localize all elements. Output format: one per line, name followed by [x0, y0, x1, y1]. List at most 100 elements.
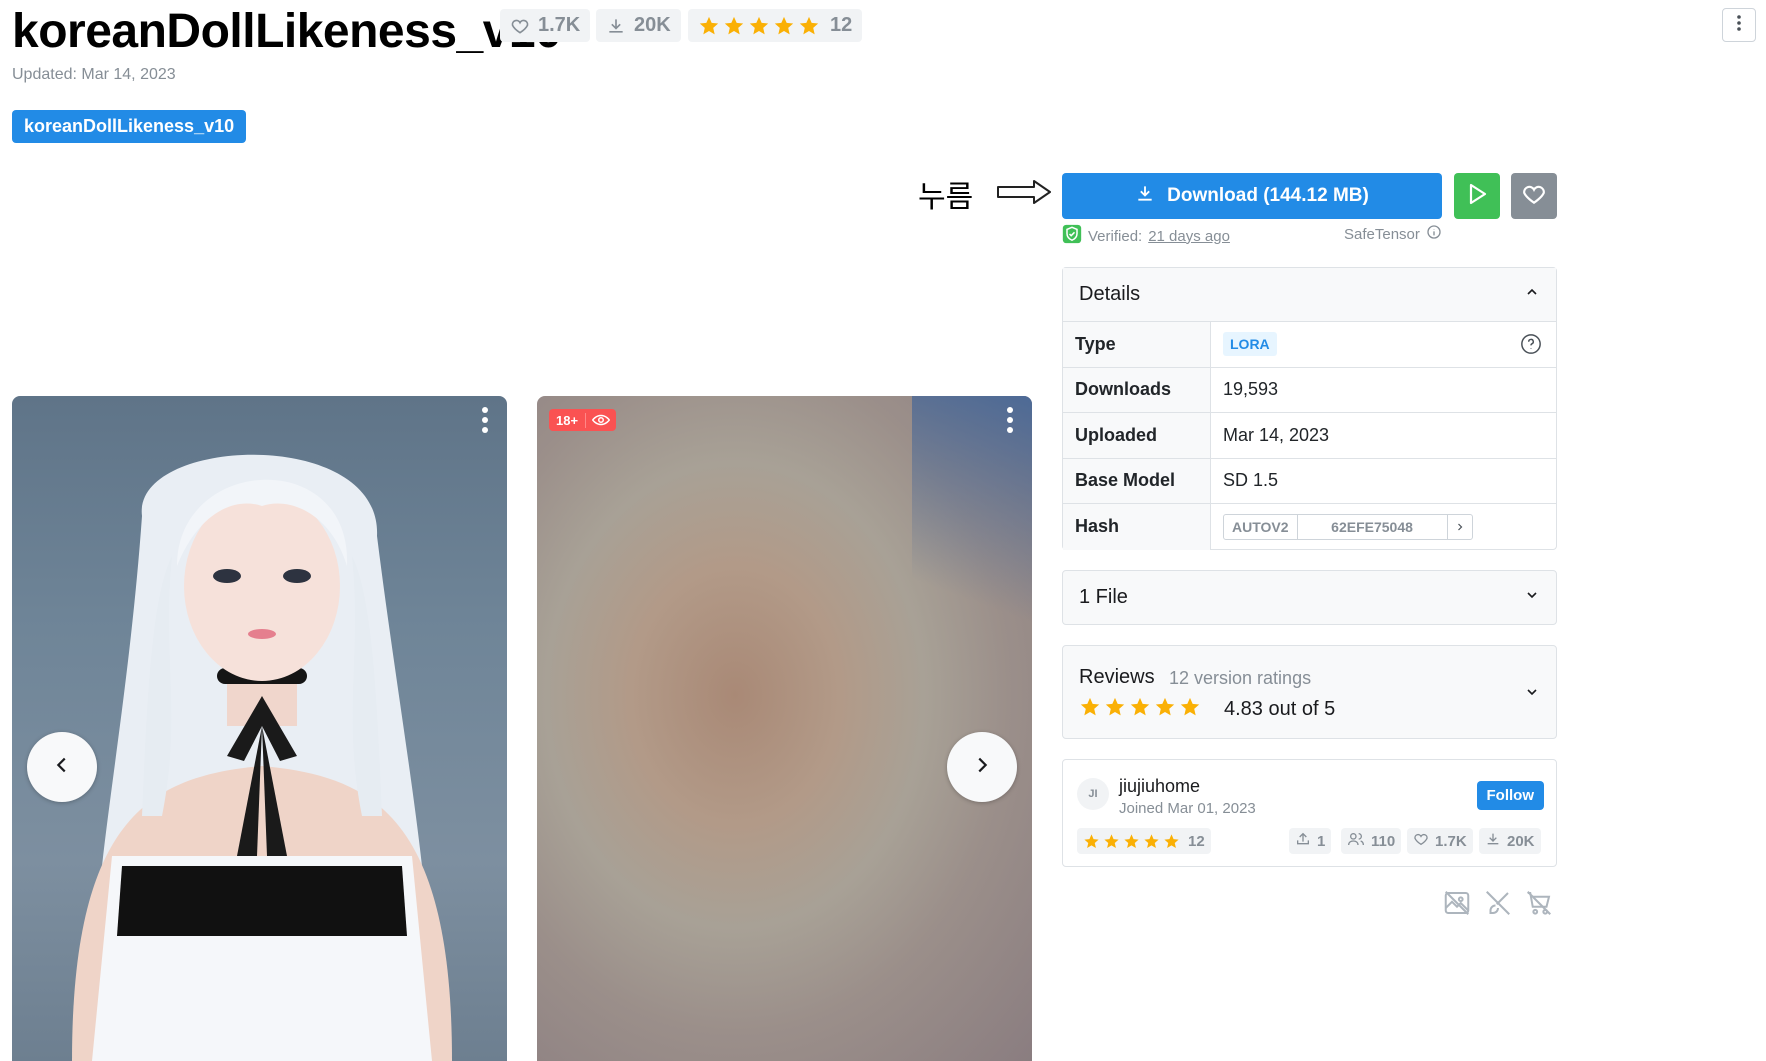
download-icon — [1135, 183, 1155, 209]
details-value: 19,593 — [1223, 379, 1279, 400]
star-icon — [1105, 697, 1125, 716]
chevron-right-icon — [971, 754, 993, 781]
details-label: Base Model — [1063, 458, 1211, 503]
star-icon — [1155, 697, 1175, 716]
gallery-image-2[interactable]: 18+ — [537, 396, 1032, 1061]
rating-stars — [698, 15, 820, 37]
chevron-left-icon — [51, 754, 73, 781]
hash-value[interactable]: 62EFE75048 — [1298, 514, 1448, 539]
carousel-prev-button[interactable] — [27, 732, 97, 802]
chevron-up-icon — [1524, 283, 1540, 306]
favorite-button[interactable] — [1511, 173, 1557, 219]
rating-count: 12 — [830, 14, 853, 36]
info-icon[interactable] — [1426, 224, 1442, 244]
creator-card: JI jiujiuhome Joined Mar 01, 2023 Follow… — [1062, 759, 1557, 867]
creator-downloads-count: 20K — [1507, 832, 1535, 850]
run-button[interactable] — [1454, 173, 1500, 219]
star-icon — [1080, 697, 1100, 716]
star-icon — [799, 16, 819, 34]
download-label: Download (144.12 MB) — [1167, 185, 1369, 206]
no-commercial-icon — [1524, 888, 1554, 918]
files-heading: 1 File — [1079, 586, 1128, 608]
star-icon — [1130, 697, 1150, 716]
star-icon — [699, 16, 719, 34]
star-icon — [1180, 697, 1200, 716]
star-icon — [1084, 833, 1099, 848]
creator-followers-badge: 110 — [1341, 828, 1402, 854]
details-heading: Details — [1079, 283, 1141, 305]
details-header[interactable]: Details — [1063, 268, 1556, 322]
creator-downloads-badge: 20K — [1479, 828, 1541, 854]
files-panel[interactable]: 1 File — [1062, 570, 1557, 625]
portrait-illustration — [72, 454, 452, 1061]
star-icon — [749, 16, 769, 34]
shield-check-icon — [1062, 224, 1082, 248]
reviews-heading: Reviews — [1079, 666, 1155, 688]
details-label: Hash — [1063, 504, 1211, 550]
rating-badge[interactable]: 12 — [688, 9, 863, 42]
star-icon — [1104, 833, 1119, 848]
version-tab[interactable]: koreanDollLikeness_v10 — [12, 110, 247, 143]
updated-date: Updated: Mar 14, 2023 — [12, 66, 176, 83]
format-label: SafeTensor — [1344, 225, 1420, 243]
file-format: SafeTensor — [1344, 224, 1442, 244]
hash-selector[interactable]: AUTOV2 62EFE75048 — [1223, 513, 1473, 540]
star-icon — [1124, 833, 1139, 848]
download-icon — [1485, 831, 1501, 851]
nsfw-label: 18+ — [549, 412, 587, 428]
annotation-text: 누름 — [918, 180, 974, 215]
creator-rating-count: 12 — [1188, 832, 1205, 850]
play-icon — [1465, 182, 1489, 211]
gallery-image-1[interactable] — [12, 396, 507, 1061]
verified-label: Verified: — [1088, 227, 1143, 245]
creator-likes-count: 1.7K — [1435, 832, 1467, 850]
details-label: Downloads — [1063, 367, 1211, 412]
users-icon — [1347, 831, 1365, 851]
reviews-subtitle: 12 version ratings — [1169, 668, 1312, 688]
chevron-down-icon — [1524, 684, 1540, 705]
likes-badge[interactable]: 1.7K — [500, 9, 591, 42]
carousel-next-button[interactable] — [947, 732, 1017, 802]
verified-date-link[interactable]: 21 days ago — [1148, 228, 1230, 245]
image-menu-icon[interactable] — [1006, 406, 1014, 439]
downloads-badge: 20K — [596, 9, 681, 42]
details-label: Type — [1063, 322, 1211, 367]
details-row-uploaded: Uploaded Mar 14, 2023 — [1063, 413, 1556, 459]
creator-likes-badge: 1.7K — [1407, 828, 1473, 854]
details-panel: Details Type LORA Downloads 19,593 Uploa… — [1062, 267, 1557, 550]
creator-rating-badge: 12 — [1077, 828, 1211, 854]
creator-uploads-count: 1 — [1317, 832, 1326, 850]
details-row-downloads: Downloads 19,593 — [1063, 367, 1556, 413]
downloads-count: 20K — [634, 14, 671, 36]
heart-icon — [1413, 831, 1429, 851]
dots-vertical-icon — [1736, 14, 1742, 37]
no-brush-icon — [1483, 888, 1513, 918]
nsfw-badge[interactable]: 18+ — [549, 409, 617, 431]
heart-icon — [510, 16, 530, 36]
creator-joined: Joined Mar 01, 2023 — [1119, 800, 1256, 817]
help-icon[interactable] — [1520, 333, 1542, 360]
no-image-sale-icon — [1442, 888, 1472, 918]
download-icon — [606, 16, 626, 36]
creator-name[interactable]: jiujiuhome — [1119, 776, 1200, 797]
chevron-down-icon — [1524, 586, 1540, 609]
follow-button[interactable]: Follow — [1476, 781, 1544, 810]
more-options-button[interactable] — [1722, 8, 1756, 42]
eye-icon[interactable] — [586, 413, 616, 427]
creator-rating-stars — [1083, 833, 1180, 850]
annotation-arrow-icon — [996, 178, 1052, 211]
image-menu-icon[interactable] — [481, 406, 489, 439]
chevron-right-icon[interactable] — [1448, 515, 1472, 539]
heart-icon — [1521, 181, 1547, 212]
creator-followers-count: 110 — [1371, 832, 1396, 850]
avatar[interactable]: JI — [1077, 778, 1109, 810]
model-title: koreanDollLikeness_v10 — [12, 5, 562, 58]
files-header[interactable]: 1 File — [1063, 571, 1556, 624]
download-button[interactable]: Download (144.12 MB) — [1062, 173, 1442, 219]
details-row-base-model: Base Model SD 1.5 — [1063, 458, 1556, 504]
star-icon — [724, 16, 744, 34]
hash-type[interactable]: AUTOV2 — [1224, 514, 1298, 539]
reviews-panel[interactable]: Reviews 12 version ratings 4.83 out of 5 — [1062, 645, 1557, 739]
details-value: SD 1.5 — [1223, 470, 1279, 491]
upload-icon — [1295, 831, 1311, 851]
